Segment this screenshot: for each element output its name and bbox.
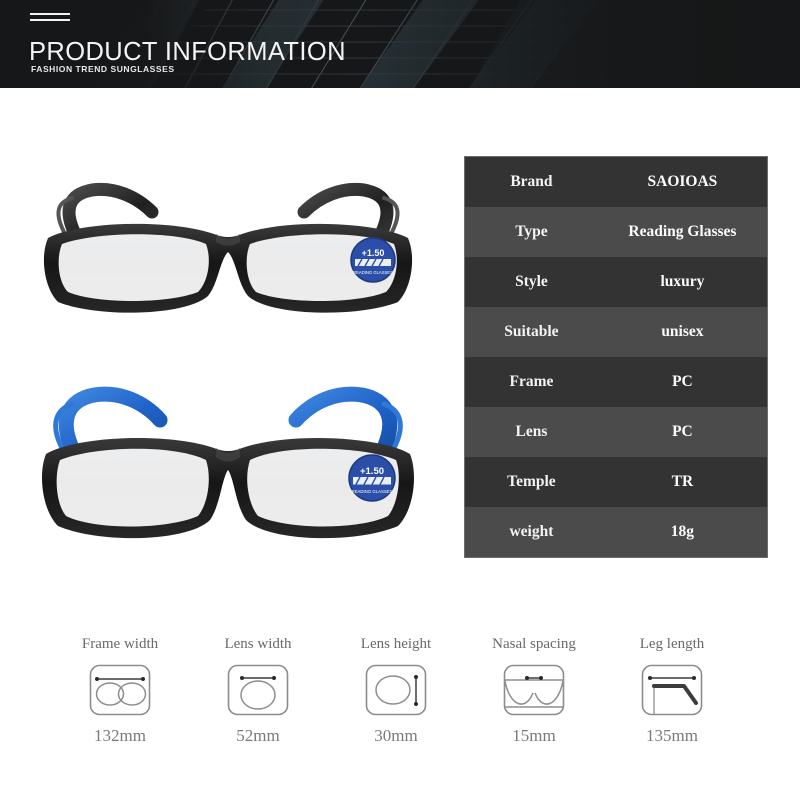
measurement-label: Nasal spacing xyxy=(492,636,576,652)
leg-length-icon xyxy=(641,664,703,716)
measurement-label: Leg length xyxy=(639,636,705,652)
table-row: Suitable unisex xyxy=(465,307,767,357)
measurement-lens-height: Lens height 30mm xyxy=(332,636,460,746)
lens-height-icon xyxy=(365,664,427,716)
lens-power-sticker: +1.50 READING GLASSES xyxy=(350,237,396,283)
svg-text:READING GLASSES: READING GLASSES xyxy=(353,270,393,275)
spec-key: Type xyxy=(515,223,548,240)
measurement-leg-length: Leg length 135mm xyxy=(608,636,736,746)
measurement-value: 52mm xyxy=(236,726,280,745)
measurement-value: 132mm xyxy=(94,726,146,745)
svg-text:+1.50: +1.50 xyxy=(362,248,385,258)
measurement-value: 15mm xyxy=(512,726,556,745)
measurement-lens-width: Lens width 52mm xyxy=(194,636,322,746)
measurement-value: 135mm xyxy=(646,726,698,745)
table-row: Type Reading Glasses xyxy=(465,207,767,257)
page-header-banner: PRODUCT INFORMATION FASHION TREND SUNGLA… xyxy=(0,0,800,88)
spec-key: Suitable xyxy=(504,323,559,340)
page-title: PRODUCT INFORMATION xyxy=(29,38,346,66)
spec-value: 18g xyxy=(670,523,695,540)
product-spec-table: Brand SAOIOAS Type Reading Glasses Style… xyxy=(464,156,768,558)
measurement-frame-width: Frame width 132mm xyxy=(56,636,184,746)
table-row: Lens PC xyxy=(465,407,767,457)
spec-value: PC xyxy=(672,373,693,390)
table-row: Brand SAOIOAS xyxy=(465,157,767,207)
spec-value: SAOIOAS xyxy=(647,173,718,190)
page-subtitle: FASHION TREND SUNGLASSES xyxy=(31,64,175,74)
spec-value: luxury xyxy=(660,273,705,290)
spec-key: Style xyxy=(515,273,548,290)
product-photo-black-glasses: +1.50 READING GLASSES xyxy=(43,182,413,313)
frame-width-icon xyxy=(89,664,151,716)
measurement-value: 30mm xyxy=(374,726,418,745)
measurement-nasal-spacing: Nasal spacing 15mm xyxy=(470,636,598,746)
nasal-spacing-icon xyxy=(503,664,565,716)
spec-value: Reading Glasses xyxy=(628,223,737,240)
spec-key: Brand xyxy=(510,173,553,190)
lens-power-sticker: +1.50 READING GLASSES xyxy=(348,454,396,502)
spec-key: Frame xyxy=(509,373,554,390)
banner-rule-mark xyxy=(30,13,70,25)
spec-key: Temple xyxy=(507,473,556,490)
spec-value: TR xyxy=(671,473,694,490)
spec-key: Lens xyxy=(515,423,548,440)
table-row: weight 18g xyxy=(465,507,767,557)
spec-value: PC xyxy=(672,423,693,440)
table-row: Frame PC xyxy=(465,357,767,407)
spec-key: weight xyxy=(509,523,554,540)
table-row: Temple TR xyxy=(465,457,767,507)
spec-value: unisex xyxy=(661,323,704,340)
measurement-label: Lens height xyxy=(360,636,432,652)
measurement-strip: Frame width 132mm Lens width 52mm Lens h… xyxy=(56,636,736,746)
measurement-label: Frame width xyxy=(81,636,159,652)
svg-text:READING GLASSES: READING GLASSES xyxy=(352,489,393,494)
svg-text:+1.50: +1.50 xyxy=(360,466,384,477)
product-photo-blue-temple-glasses: +1.50 READING GLASSES xyxy=(42,386,414,539)
measurement-label: Lens width xyxy=(224,636,292,652)
lens-width-icon xyxy=(227,664,289,716)
table-row: Style luxury xyxy=(465,257,767,307)
